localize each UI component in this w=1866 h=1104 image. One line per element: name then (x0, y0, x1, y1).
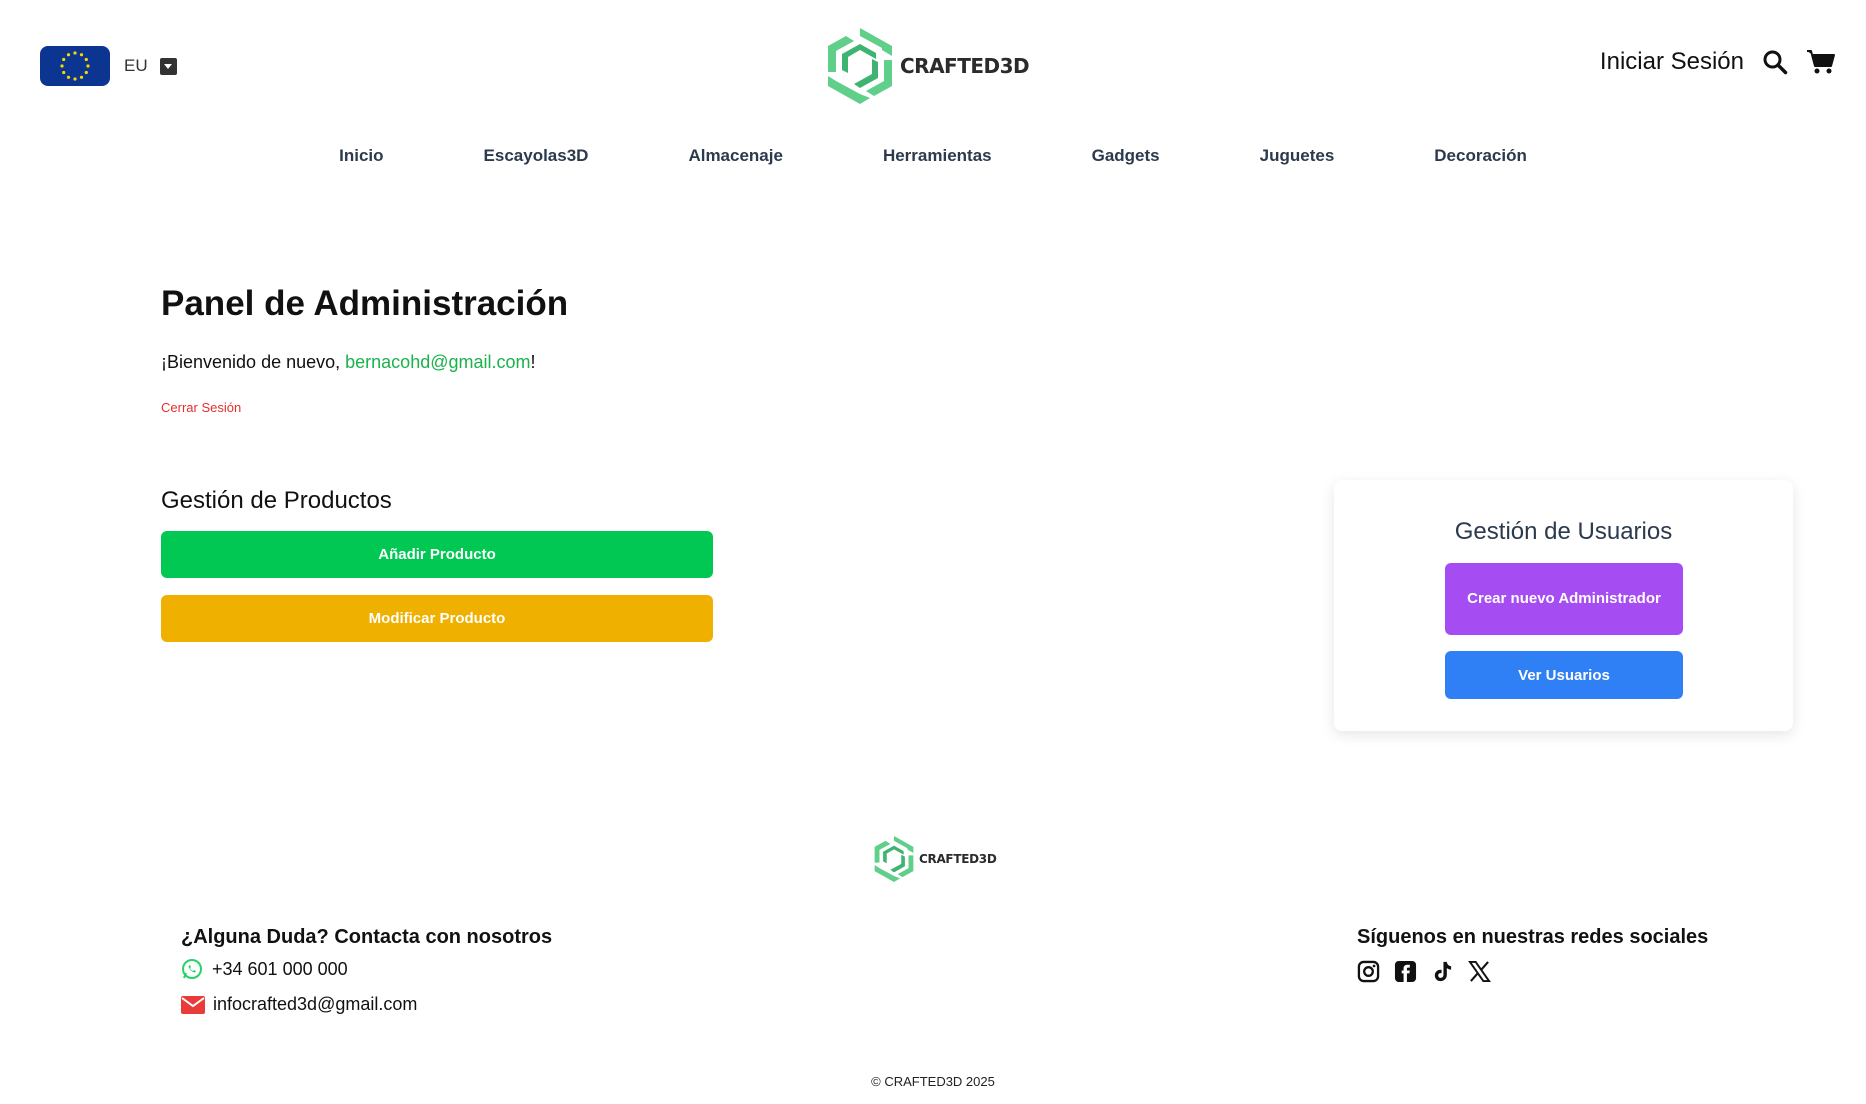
nav-item-juguetes[interactable]: Juguetes (1210, 146, 1385, 166)
add-product-button[interactable]: Añadir Producto (161, 531, 713, 578)
contact-title: ¿Alguna Duda? Contacta con nosotros (181, 926, 553, 948)
main-nav: Inicio Escayolas3D Almacenaje Herramient… (0, 146, 1866, 166)
create-admin-button[interactable]: Crear nuevo Administrador (1445, 563, 1683, 635)
contact-phone[interactable]: +34 601 000 000 (181, 958, 348, 980)
logo-icon (874, 836, 914, 882)
social-links (1357, 960, 1491, 983)
logo-icon (828, 28, 892, 104)
welcome-message: ¡Bienvenido de nuevo, bernacohd@gmail.co… (161, 352, 536, 373)
social-title: Síguenos en nuestras redes sociales (1357, 926, 1709, 948)
modify-product-button[interactable]: Modificar Producto (161, 595, 713, 642)
x-icon[interactable] (1468, 960, 1491, 983)
user-email: bernacohd@gmail.com (345, 352, 531, 372)
phone-number: +34 601 000 000 (212, 958, 348, 979)
page-title: Panel de Administración (161, 284, 569, 323)
view-users-button[interactable]: Ver Usuarios (1445, 651, 1683, 699)
products-section-title: Gestión de Productos (161, 487, 392, 514)
cart-icon[interactable] (1806, 49, 1836, 75)
users-management-card: Gestión de Usuarios Crear nuevo Administ… (1334, 480, 1793, 731)
users-section-title: Gestión de Usuarios (1454, 518, 1673, 545)
nav-item-herramientas[interactable]: Herramientas (833, 146, 1042, 166)
caret-down-icon[interactable] (159, 57, 177, 75)
user-actions: Iniciar Sesión (1600, 48, 1836, 76)
login-link[interactable]: Iniciar Sesión (1600, 48, 1744, 76)
tiktok-icon[interactable] (1431, 960, 1454, 983)
search-icon[interactable] (1762, 49, 1788, 75)
contact-email[interactable]: infocrafted3d@gmail.com (181, 994, 417, 1015)
whatsapp-icon (182, 959, 202, 979)
welcome-prefix: ¡Bienvenido de nuevo, (161, 352, 346, 372)
nav-item-almacenaje[interactable]: Almacenaje (638, 146, 833, 166)
facebook-icon[interactable] (1394, 960, 1417, 983)
logout-link[interactable]: Cerrar Sesión (161, 400, 241, 415)
footer-logo[interactable]: CRAFTED3D (871, 834, 997, 884)
nav-item-decoracion[interactable]: Decoración (1384, 146, 1577, 166)
instagram-icon[interactable] (1357, 960, 1380, 983)
nav-item-gadgets[interactable]: Gadgets (1042, 146, 1210, 166)
language-selector[interactable]: EU (40, 46, 177, 86)
footer-brand-name: CRAFTED3D (919, 852, 997, 866)
brand-logo[interactable]: CRAFTED3D (822, 26, 1030, 106)
brand-name: CRAFTED3D (900, 54, 1030, 78)
mail-icon (181, 995, 205, 1014)
language-code: EU (124, 56, 148, 75)
welcome-suffix: ! (530, 352, 536, 372)
eu-flag-icon (40, 46, 110, 86)
nav-item-inicio[interactable]: Inicio (289, 146, 433, 166)
contact-email-address: infocrafted3d@gmail.com (213, 994, 418, 1014)
copyright: © CRAFTED3D 2025 (871, 1074, 995, 1089)
nav-item-escayolas3d[interactable]: Escayolas3D (434, 146, 639, 166)
